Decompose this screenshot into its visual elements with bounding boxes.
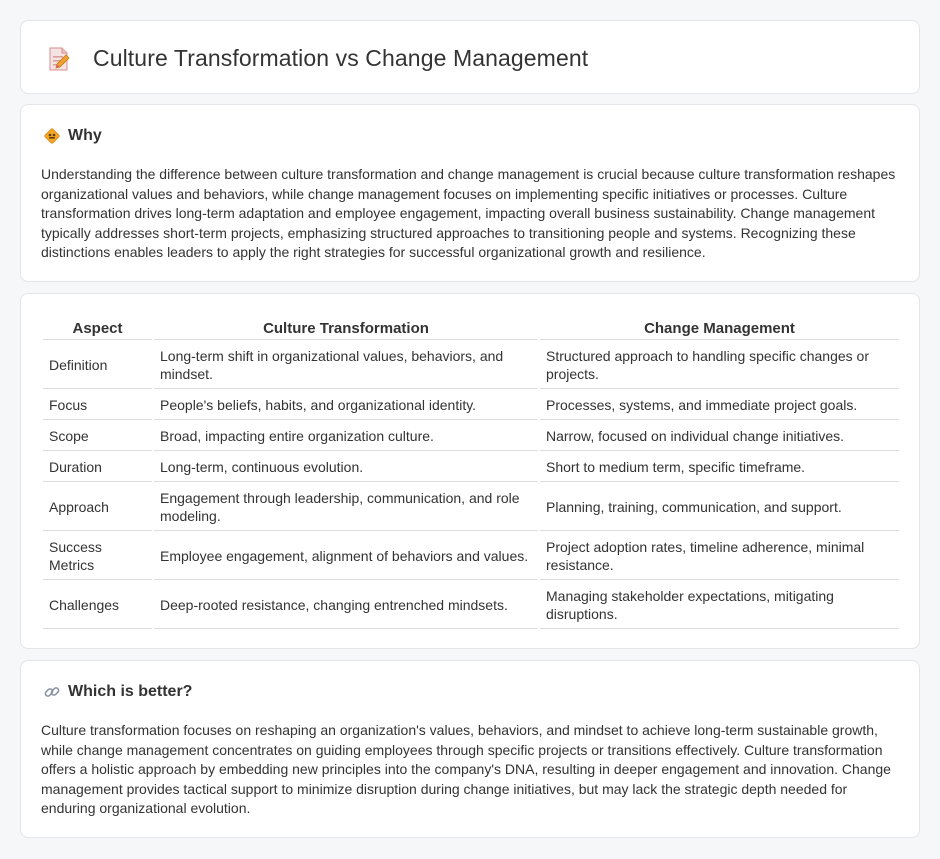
- why-heading-row: Why: [43, 127, 102, 145]
- better-paragraph: Culture transformation focuses on reshap…: [41, 722, 891, 817]
- table-row: Focus People's beliefs, habits, and orga…: [43, 391, 899, 420]
- change-cell: Narrow, focused on individual change ini…: [540, 422, 899, 451]
- aspect-cell: Success Metrics: [43, 533, 152, 580]
- document-pencil-icon: [47, 46, 71, 72]
- aspect-cell: Duration: [43, 453, 152, 482]
- title-row: Culture Transformation vs Change Managem…: [47, 45, 588, 72]
- culture-cell: Deep-rooted resistance, changing entrenc…: [154, 582, 538, 629]
- change-cell: Managing stakeholder expectations, mitig…: [540, 582, 899, 629]
- table-row: Duration Long-term, continuous evolution…: [43, 453, 899, 482]
- culture-cell: Long-term shift in organizational values…: [154, 342, 538, 389]
- culture-cell: People's beliefs, habits, and organizati…: [154, 391, 538, 420]
- aspect-cell: Focus: [43, 391, 152, 420]
- culture-cell: Employee engagement, alignment of behavi…: [154, 533, 538, 580]
- change-cell: Planning, training, communication, and s…: [540, 484, 899, 531]
- table-row: Success Metrics Employee engagement, ali…: [43, 533, 899, 580]
- page-title: Culture Transformation vs Change Managem…: [93, 45, 589, 71]
- table-row: Scope Broad, impacting entire organizati…: [43, 422, 899, 451]
- culture-cell: Long-term, continuous evolution.: [154, 453, 538, 482]
- change-cell: Structured approach to handling specific…: [540, 342, 899, 389]
- change-cell: Project adoption rates, timeline adheren…: [540, 533, 899, 580]
- why-paragraph: Understanding the difference between cul…: [41, 166, 896, 261]
- comparison-card: Aspect Culture Transformation Change Man…: [20, 293, 920, 649]
- why-heading: Why: [68, 127, 102, 144]
- comparison-table: Aspect Culture Transformation Change Man…: [41, 316, 901, 631]
- aspect-cell: Definition: [43, 342, 152, 389]
- column-header-aspect: Aspect: [43, 318, 152, 340]
- table-row: Approach Engagement through leadership, …: [43, 484, 899, 531]
- title-card: Culture Transformation vs Change Managem…: [20, 20, 920, 94]
- column-header-change-management: Change Management: [540, 318, 899, 340]
- aspect-cell: Scope: [43, 422, 152, 451]
- aspect-cell: Challenges: [43, 582, 152, 629]
- aspect-cell: Approach: [43, 484, 152, 531]
- culture-cell: Engagement through leadership, communica…: [154, 484, 538, 531]
- link-icon: [43, 683, 61, 701]
- culture-cell: Broad, impacting entire organization cul…: [154, 422, 538, 451]
- change-cell: Processes, systems, and immediate projec…: [540, 391, 899, 420]
- table-row: Definition Long-term shift in organizati…: [43, 342, 899, 389]
- better-heading-row: Which is better?: [43, 683, 192, 701]
- why-card: Why Understanding the difference between…: [20, 104, 920, 282]
- better-heading: Which is better?: [68, 683, 193, 700]
- column-header-culture-transformation: Culture Transformation: [154, 318, 538, 340]
- which-is-better-card: Which is better? Culture transformation …: [20, 660, 920, 838]
- table-row: Challenges Deep-rooted resistance, chang…: [43, 582, 899, 629]
- table-header-row: Aspect Culture Transformation Change Man…: [43, 318, 899, 340]
- diamond-sign-icon: [43, 127, 61, 145]
- change-cell: Short to medium term, specific timeframe…: [540, 453, 899, 482]
